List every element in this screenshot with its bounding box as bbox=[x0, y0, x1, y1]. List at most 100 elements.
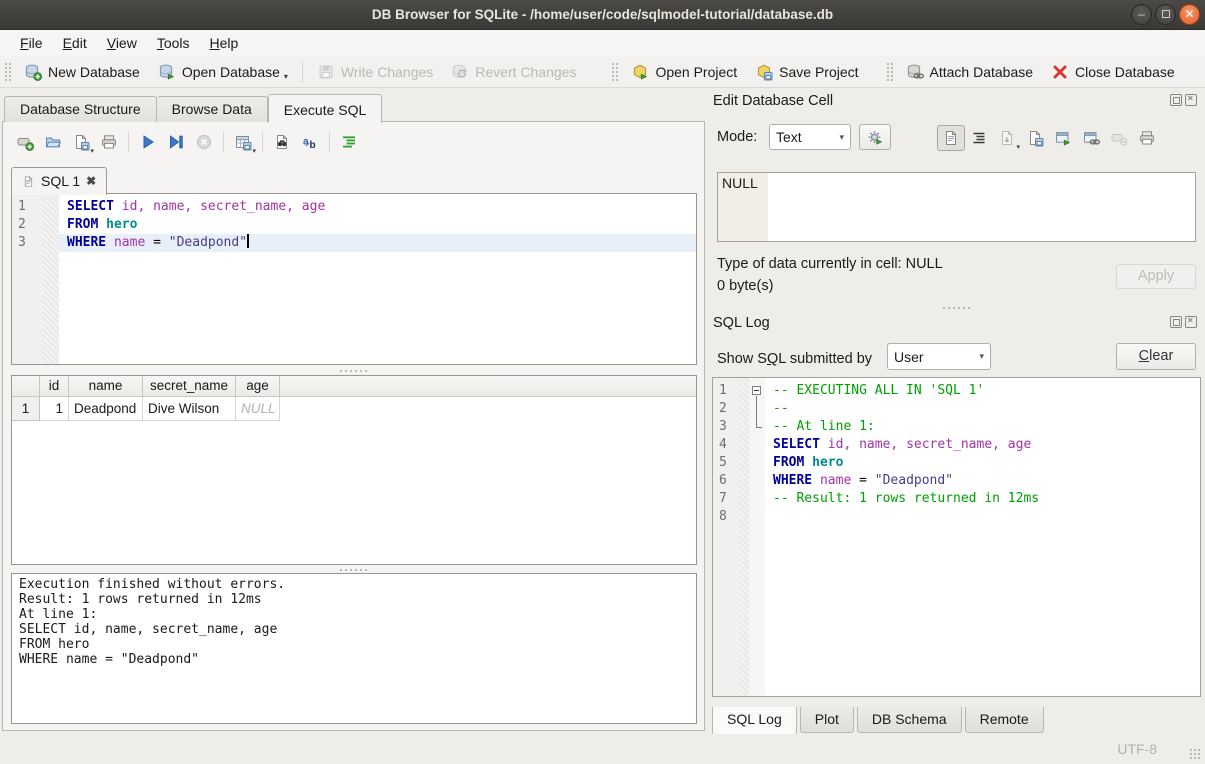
text-document-button[interactable] bbox=[937, 125, 965, 151]
close-database-icon bbox=[1051, 63, 1069, 81]
resize-grip[interactable] bbox=[1189, 748, 1201, 760]
format-sql-icon bbox=[340, 133, 358, 151]
find-and-replace-button[interactable] bbox=[268, 129, 296, 155]
menu-item-tools[interactable]: Tools bbox=[147, 32, 200, 54]
save-results-button[interactable]: ▾ bbox=[229, 129, 257, 155]
chevron-down-icon: ▾ bbox=[252, 147, 256, 155]
toolbar-separator bbox=[128, 131, 129, 153]
line-number: 3 bbox=[713, 418, 739, 436]
execute-current-line-button[interactable] bbox=[162, 129, 190, 155]
revert-changes-button[interactable]: Revert Changes bbox=[442, 59, 585, 85]
dock-float-icon[interactable] bbox=[1170, 316, 1182, 328]
external-link-button[interactable] bbox=[1077, 125, 1105, 151]
bottom-tab-db-schema[interactable]: DB Schema bbox=[857, 707, 962, 733]
auto-completion-button[interactable]: ab bbox=[296, 129, 324, 155]
minimize-button[interactable]: – bbox=[1131, 4, 1152, 25]
save-sql-file-button[interactable]: ▾ bbox=[67, 129, 95, 155]
column-header-secret_name[interactable]: secret_name bbox=[143, 376, 236, 397]
import-from-file-button[interactable]: ▾ bbox=[993, 125, 1021, 151]
table-cell[interactable]: Dive Wilson bbox=[143, 397, 236, 421]
bottom-tab-sql-log[interactable]: SQL Log bbox=[712, 707, 797, 735]
auto-completion-icon: ab bbox=[301, 133, 319, 151]
export-to-file-button[interactable] bbox=[1021, 125, 1049, 151]
new-database-button[interactable]: New Database bbox=[15, 59, 149, 85]
row-number-cell[interactable]: 1 bbox=[12, 397, 40, 421]
cell-size-label: 0 byte(s) bbox=[717, 278, 773, 294]
bottom-tab-remote[interactable]: Remote bbox=[965, 707, 1044, 733]
log-filter-label: Show SQL submitted by bbox=[717, 346, 872, 372]
column-header-name[interactable]: name bbox=[69, 376, 143, 397]
bottom-tab-plot[interactable]: Plot bbox=[800, 707, 854, 733]
tab-execute-sql[interactable]: Execute SQL bbox=[268, 94, 383, 123]
log-filter-select[interactable]: User ▾ bbox=[887, 343, 991, 370]
close-tab-icon[interactable]: ✖ bbox=[86, 174, 96, 188]
line-number: 2 bbox=[12, 216, 42, 234]
cell-editor[interactable]: NULL bbox=[717, 172, 1196, 242]
open-in-external-app-button[interactable] bbox=[1049, 125, 1077, 151]
menubar: FileEditViewToolsHelp bbox=[0, 30, 1205, 56]
maximize-button[interactable] bbox=[1155, 4, 1176, 25]
text-cursor bbox=[247, 234, 249, 248]
cell-value: NULL bbox=[722, 175, 758, 191]
open-database-button[interactable]: Open Database▾ bbox=[149, 59, 297, 85]
dock-float-icon[interactable] bbox=[1170, 94, 1182, 106]
apply-button[interactable]: Apply bbox=[1116, 264, 1196, 289]
execution-message-box[interactable]: Execution finished without errors. Resul… bbox=[11, 573, 697, 724]
mode-label: Mode: bbox=[717, 124, 757, 150]
table-cell[interactable]: NULL bbox=[236, 397, 280, 421]
print-cell-button[interactable] bbox=[1133, 125, 1161, 151]
new-sql-tab-button[interactable] bbox=[11, 129, 39, 155]
dock-close-icon[interactable] bbox=[1185, 316, 1197, 328]
splitter-handle[interactable] bbox=[3, 566, 704, 573]
write-changes-label: Write Changes bbox=[341, 64, 433, 80]
menu-item-edit[interactable]: Edit bbox=[53, 32, 97, 54]
line-number: 1 bbox=[12, 198, 42, 216]
code-line: FROM hero bbox=[773, 454, 843, 472]
open-sql-file-button[interactable] bbox=[39, 129, 67, 155]
row-number-header[interactable] bbox=[12, 376, 40, 397]
toolbar-drag-handle[interactable] bbox=[4, 62, 11, 82]
write-changes-button[interactable]: Write Changes bbox=[308, 59, 442, 85]
external-link-icon bbox=[1082, 129, 1100, 147]
splitter-handle[interactable] bbox=[707, 304, 1205, 311]
dock-close-icon[interactable] bbox=[1185, 94, 1197, 106]
line-number: 6 bbox=[713, 472, 739, 490]
titlebar[interactable]: DB Browser for SQLite - /home/user/code/… bbox=[0, 0, 1205, 30]
close-button[interactable]: ✕ bbox=[1179, 4, 1200, 25]
toolbar-drag-handle[interactable] bbox=[611, 62, 618, 82]
clear-log-button[interactable]: Clear bbox=[1116, 343, 1196, 370]
toolbar-drag-handle[interactable] bbox=[886, 62, 893, 82]
sql-editor[interactable]: 1SELECT id, name, secret_name, age2FROM … bbox=[11, 193, 697, 365]
column-header-id[interactable]: id bbox=[40, 376, 69, 397]
mode-auto-apply-button[interactable] bbox=[859, 124, 891, 150]
menu-item-help[interactable]: Help bbox=[200, 32, 249, 54]
sql-log-view[interactable]: 1-- EXECUTING ALL IN 'SQL 1'2--3-- At li… bbox=[712, 377, 1201, 697]
column-header-age[interactable]: age bbox=[236, 376, 280, 397]
table-cell[interactable]: 1 bbox=[40, 397, 69, 421]
splitter-handle[interactable] bbox=[3, 367, 704, 374]
tab-database-structure[interactable]: Database Structure bbox=[4, 96, 157, 122]
format-sql-button[interactable] bbox=[335, 129, 363, 155]
attach-database-button[interactable]: Attach Database bbox=[897, 59, 1043, 85]
mode-select[interactable]: Text ▾ bbox=[769, 124, 851, 150]
results-table[interactable]: idnamesecret_nameage11DeadpondDive Wilso… bbox=[11, 375, 697, 565]
tab-browse-data[interactable]: Browse Data bbox=[157, 96, 268, 122]
write-changes-icon bbox=[317, 63, 335, 81]
fold-marker-icon[interactable] bbox=[752, 386, 761, 395]
menu-item-file[interactable]: File bbox=[10, 32, 53, 54]
table-cell[interactable]: Deadpond bbox=[69, 397, 143, 421]
open-project-button[interactable]: Open Project bbox=[622, 59, 746, 85]
word-wrap-button[interactable] bbox=[965, 125, 993, 151]
print-sql-button[interactable] bbox=[95, 129, 123, 155]
sql-file-tab[interactable]: SQL 1✖ bbox=[11, 167, 107, 195]
menu-item-view[interactable]: View bbox=[97, 32, 147, 54]
save-project-button[interactable]: Save Project bbox=[746, 59, 867, 85]
code-line: -- Result: 1 rows returned in 12ms bbox=[773, 490, 1039, 508]
execute-all-button[interactable] bbox=[134, 129, 162, 155]
set-as-null-button[interactable] bbox=[1105, 125, 1133, 151]
import-from-file-icon bbox=[998, 129, 1016, 147]
attach-database-icon bbox=[906, 63, 924, 81]
close-database-button[interactable]: Close Database bbox=[1042, 59, 1184, 85]
stop-execution-button[interactable] bbox=[190, 129, 218, 155]
save-results-icon bbox=[234, 133, 252, 151]
